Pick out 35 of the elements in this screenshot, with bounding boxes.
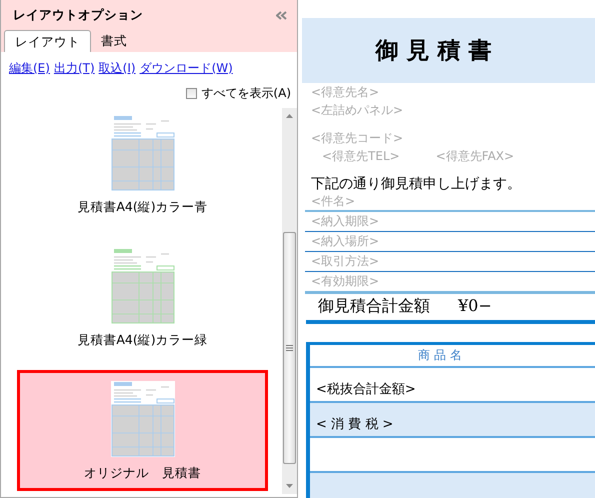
layout-item[interactable]: オリジナル 見積書: [17, 370, 268, 491]
menu-link[interactable]: 出力(T): [54, 60, 95, 77]
table-header: 商 品 名: [310, 345, 595, 368]
menu-link[interactable]: 編集(E): [9, 60, 50, 77]
menu-link[interactable]: 取込(I): [98, 60, 136, 77]
document-title-banner: 御 見 積 書: [302, 18, 595, 83]
placeholder-text: <得意先TEL>: [322, 148, 400, 165]
checkbox-label[interactable]: すべてを表示(A): [201, 85, 291, 102]
greeting-text: 下記の通り御見積申し上げます。: [310, 175, 522, 193]
collapse-icon[interactable]: [276, 10, 287, 20]
placeholder-text: <左詰めパネル>: [310, 102, 404, 119]
scrollbar-thumb[interactable]: [283, 232, 296, 464]
layout-item[interactable]: 見積書A4(縦)カラー緑: [17, 237, 268, 358]
form-field: <納入期限>: [305, 212, 595, 232]
placeholder-text: <得意先名>: [310, 84, 380, 101]
layout-item[interactable]: 見積書A4(縦)カラー青: [17, 104, 268, 225]
menu-link[interactable]: ダウンロード(W): [140, 60, 233, 77]
form-field: <有効期限>: [305, 272, 595, 294]
form-field: <件名>: [305, 193, 595, 212]
scroll-down-icon[interactable]: [286, 484, 293, 488]
form-field: <納入場所>: [305, 232, 595, 252]
placeholder-text: <得意先FAX>: [436, 148, 514, 165]
total-amount-row: 御見積合計金額 ¥0−: [306, 294, 595, 324]
layout-name: 見積書A4(縦)カラー緑: [77, 332, 208, 349]
checkbox[interactable]: [186, 88, 198, 99]
layout-name: 見積書A4(縦)カラー青: [77, 199, 208, 216]
form-field: <取引方法>: [305, 252, 595, 272]
panel-title: レイアウトオプション: [13, 6, 143, 24]
scrollbar[interactable]: [282, 108, 297, 494]
table-row-label: < 消 費 税 >: [310, 403, 595, 438]
layout-name: オリジナル 見積書: [84, 465, 201, 482]
tab[interactable]: レイアウト: [4, 30, 91, 52]
tab[interactable]: 書式: [91, 30, 137, 52]
placeholder-text: <得意先コード>: [310, 130, 404, 147]
scroll-up-icon[interactable]: [286, 114, 293, 118]
